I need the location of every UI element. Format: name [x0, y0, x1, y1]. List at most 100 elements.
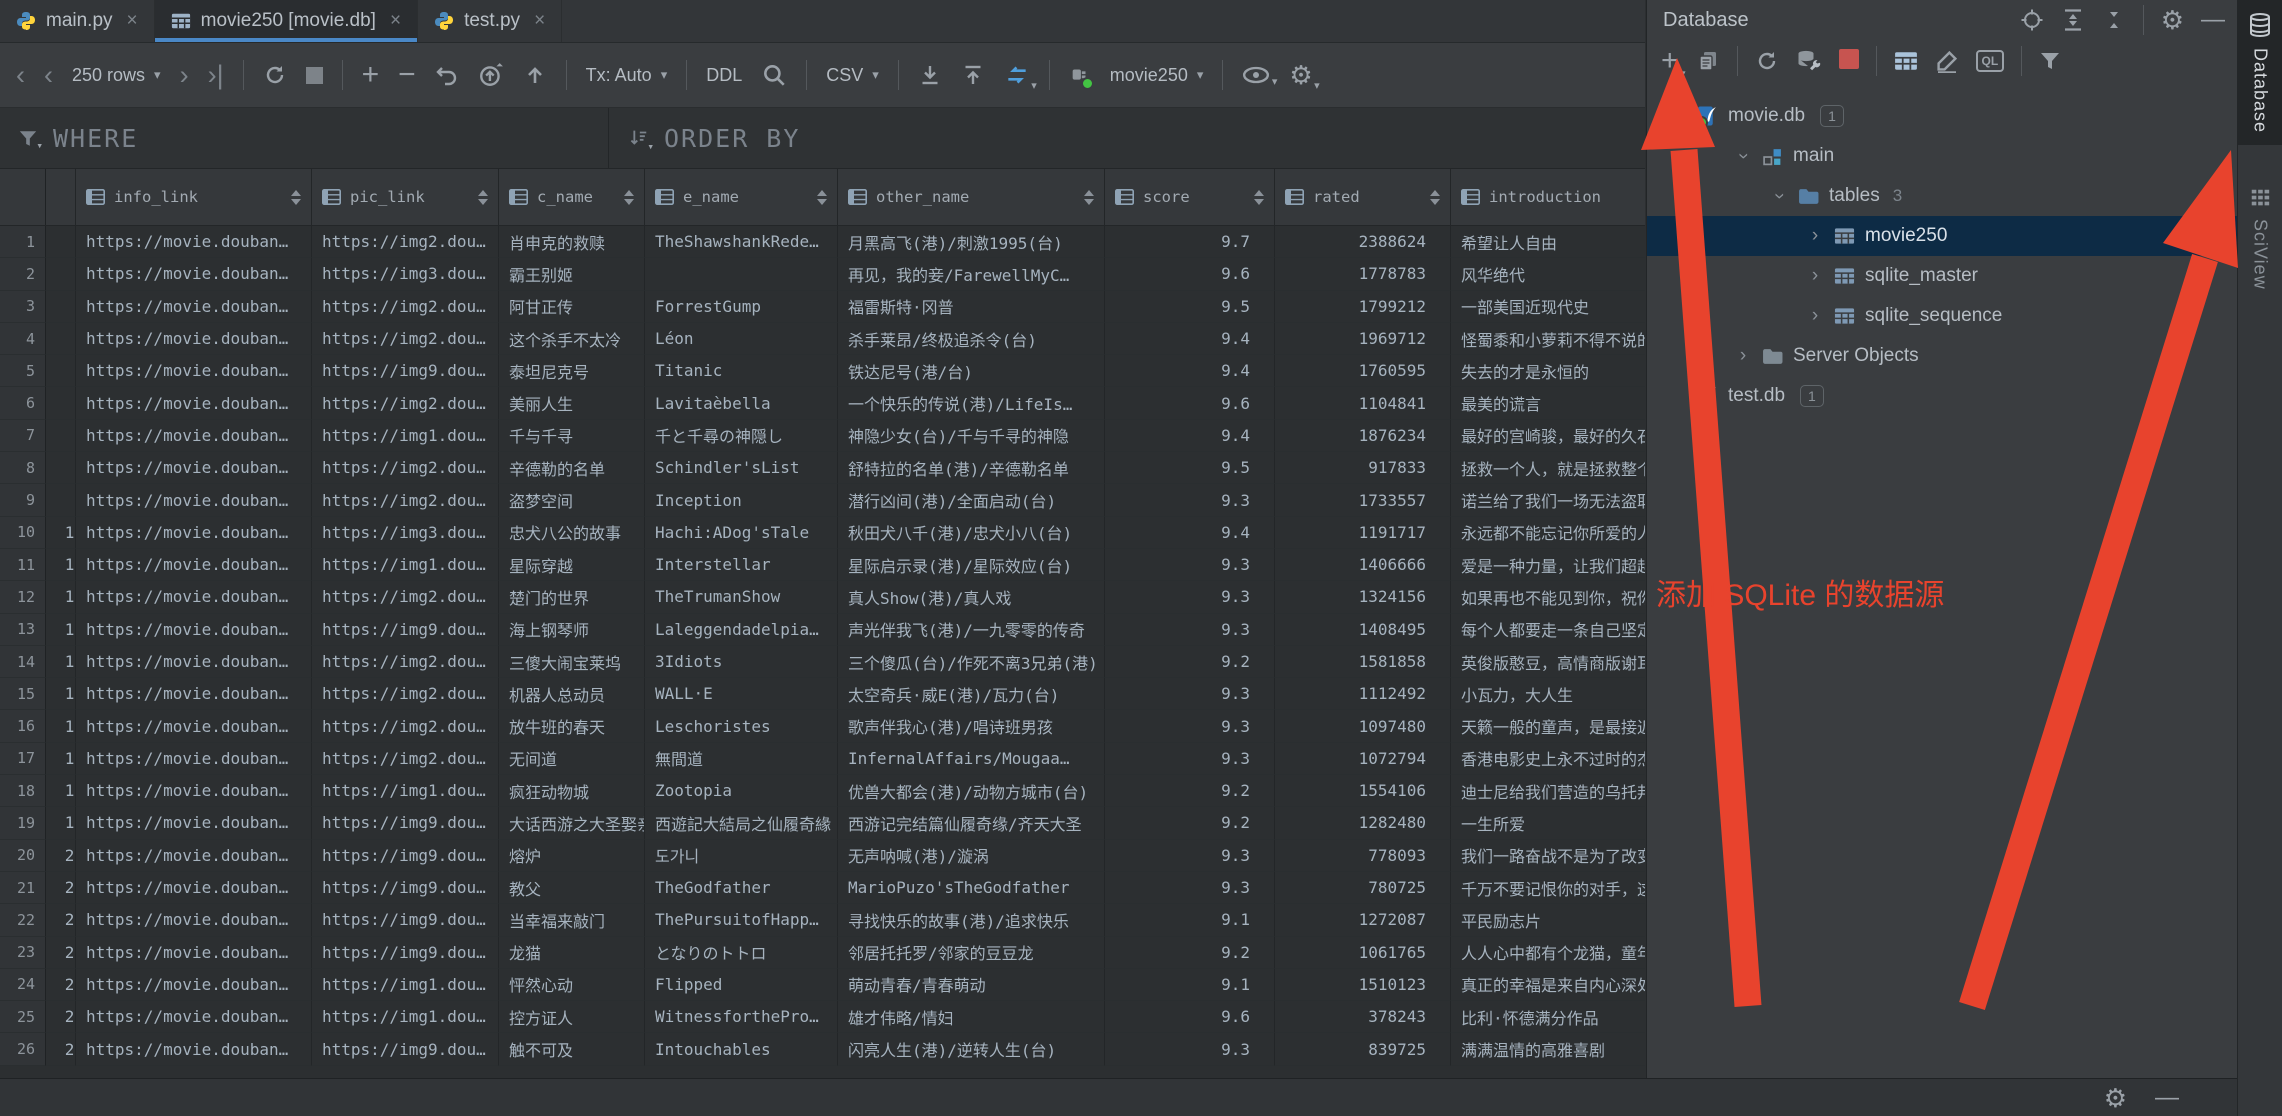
row-number[interactable]: 6 — [0, 387, 46, 419]
cell-info_link[interactable]: https://movie.douban… — [76, 1033, 312, 1065]
cell-rated[interactable]: 378243 — [1275, 1001, 1451, 1033]
cell-pic_link[interactable]: https://img2.dou… — [312, 581, 499, 613]
cell-info_link[interactable]: https://movie.douban… — [76, 226, 312, 258]
gear-icon[interactable]: ⚙▾ — [1289, 62, 1312, 88]
cell-info_link[interactable]: https://movie.douban… — [76, 678, 312, 710]
cell-rated[interactable]: 917833 — [1275, 452, 1451, 484]
cell-rated[interactable]: 1876234 — [1275, 420, 1451, 452]
row-number[interactable]: 8 — [0, 452, 46, 484]
cell-score[interactable]: 9.4 — [1105, 355, 1275, 387]
cell-other_name[interactable]: 邻居托托罗/邻家的豆豆龙 — [838, 937, 1105, 969]
cell-rated[interactable]: 1112492 — [1275, 678, 1451, 710]
cell-other_name[interactable]: 声光伴我飞(港)/一九零零的传奇 — [838, 614, 1105, 646]
row-number[interactable]: 18 — [0, 775, 46, 807]
add-row-icon[interactable]: + — [362, 60, 380, 90]
cell-other_name[interactable]: 月黑高飞(港)/刺激1995(台) — [838, 226, 1105, 258]
tab-test-py[interactable]: test.py × — [418, 0, 562, 42]
cell-other_name[interactable]: 再见，我的妾/FarewellMyC… — [838, 258, 1105, 290]
cell-score[interactable]: 9.6 — [1105, 258, 1275, 290]
row-number[interactable]: 15 — [0, 678, 46, 710]
cell-rated[interactable]: 1408495 — [1275, 614, 1451, 646]
cell-e_name[interactable]: Zootopia — [645, 775, 838, 807]
cell-rated[interactable]: 1097480 — [1275, 710, 1451, 742]
cell-id[interactable]: 20 — [46, 840, 76, 872]
tree-item-main[interactable]: ›main — [1647, 136, 2237, 176]
cell-other_name[interactable]: 杀手莱昂/终极追杀令(台) — [838, 323, 1105, 355]
cell-id[interactable]: 7 — [46, 420, 76, 452]
cell-score[interactable]: 9.5 — [1105, 291, 1275, 323]
cell-info_link[interactable]: https://movie.douban… — [76, 258, 312, 290]
last-page-icon[interactable]: ›| — [208, 62, 224, 89]
cell-score[interactable]: 9.3 — [1105, 678, 1275, 710]
tab-movie250[interactable]: movie250 [movie.db] × — [155, 0, 418, 42]
cell-introduction[interactable]: 真正的幸福是来自内心深处 — [1451, 969, 1645, 1001]
expand-all-icon[interactable] — [2061, 8, 2085, 32]
cell-info_link[interactable]: https://movie.douban… — [76, 549, 312, 581]
cell-rated[interactable]: 2388624 — [1275, 226, 1451, 258]
cell-pic_link[interactable]: https://img1.dou… — [312, 549, 499, 581]
cell-c_name[interactable]: 教父 — [499, 872, 645, 904]
cell-pic_link[interactable]: https://img9.dou… — [312, 807, 499, 839]
cell-rated[interactable]: 1554106 — [1275, 775, 1451, 807]
sort-arrows-icon[interactable] — [1084, 190, 1094, 205]
cell-other_name[interactable]: 闪亮人生(港)/逆转人生(台) — [838, 1033, 1105, 1065]
submit-icon[interactable] — [478, 62, 504, 88]
cell-pic_link[interactable]: https://img9.dou… — [312, 904, 499, 936]
cell-c_name[interactable]: 怦然心动 — [499, 969, 645, 1001]
cell-other_name[interactable]: 西游记完结篇仙履奇缘/齐天大圣 — [838, 807, 1105, 839]
cell-c_name[interactable]: 海上钢琴师 — [499, 614, 645, 646]
cell-score[interactable]: 9.3 — [1105, 614, 1275, 646]
cell-rated[interactable]: 1272087 — [1275, 904, 1451, 936]
cell-introduction[interactable]: 平民励志片 — [1451, 904, 1645, 936]
cell-id[interactable]: 6 — [46, 387, 76, 419]
order-by-field[interactable]: ▾ ORDER BY — [609, 108, 1645, 168]
cell-introduction[interactable]: 爱是一种力量，让我们超越时空 — [1451, 549, 1645, 581]
cell-pic_link[interactable]: https://img9.dou… — [312, 614, 499, 646]
cell-introduction[interactable]: 失去的才是永恒的 — [1451, 355, 1645, 387]
commit-up-icon[interactable] — [523, 63, 547, 87]
cell-id[interactable]: 21 — [46, 872, 76, 904]
first-page-icon[interactable]: ‹ — [16, 62, 25, 89]
transaction-mode-dropdown[interactable]: Tx: Auto▾ — [586, 65, 668, 86]
cell-rated[interactable]: 1799212 — [1275, 291, 1451, 323]
cell-pic_link[interactable]: https://img9.dou… — [312, 937, 499, 969]
undo-icon[interactable] — [435, 63, 459, 87]
cell-pic_link[interactable]: https://img2.dou… — [312, 226, 499, 258]
row-number[interactable]: 24 — [0, 969, 46, 1001]
cell-score[interactable]: 9.6 — [1105, 387, 1275, 419]
query-console-icon[interactable]: QL — [1976, 50, 2005, 72]
cell-score[interactable]: 9.2 — [1105, 646, 1275, 678]
cell-c_name[interactable]: 无间道 — [499, 743, 645, 775]
cell-info_link[interactable]: https://movie.douban… — [76, 581, 312, 613]
cell-rated[interactable]: 1969712 — [1275, 323, 1451, 355]
row-number[interactable]: 2 — [0, 258, 46, 290]
cell-introduction[interactable]: 风华绝代 — [1451, 258, 1645, 290]
cell-e_name[interactable]: 도가니 — [645, 840, 838, 872]
cell-c_name[interactable]: 熔炉 — [499, 840, 645, 872]
cell-rated[interactable]: 1072794 — [1275, 743, 1451, 775]
column-header-other_name[interactable]: other_name — [838, 169, 1105, 225]
cell-rated[interactable]: 1778783 — [1275, 258, 1451, 290]
column-header-introduction[interactable]: introduction — [1451, 169, 1645, 225]
cell-info_link[interactable]: https://movie.douban… — [76, 969, 312, 1001]
cell-c_name[interactable]: 当幸福来敲门 — [499, 904, 645, 936]
cell-id[interactable]: 10 — [46, 517, 76, 549]
cell-other_name[interactable]: 舒特拉的名单(港)/辛德勒名单 — [838, 452, 1105, 484]
cell-score[interactable]: 9.7 — [1105, 226, 1275, 258]
cell-pic_link[interactable]: https://img2.dou… — [312, 646, 499, 678]
search-icon[interactable] — [761, 62, 787, 88]
cell-other_name[interactable]: InfernalAffairs/Mougaa… — [838, 743, 1105, 775]
cell-e_name[interactable]: 千と千尋の神隠し — [645, 420, 838, 452]
hide-icon[interactable]: — — [2155, 1086, 2179, 1110]
cell-introduction[interactable]: 希望让人自由 — [1451, 226, 1645, 258]
ddl-button[interactable]: DDL — [706, 65, 742, 86]
cell-rated[interactable]: 1581858 — [1275, 646, 1451, 678]
cell-c_name[interactable]: 这个杀手不太冷 — [499, 323, 645, 355]
cell-introduction[interactable]: 千万不要记恨你的对手，这样会 — [1451, 872, 1645, 904]
row-number[interactable]: 25 — [0, 1001, 46, 1033]
column-header-info_link[interactable]: info_link — [76, 169, 312, 225]
cell-c_name[interactable]: 霸王别姬 — [499, 258, 645, 290]
chevron-right-icon[interactable]: › — [1733, 345, 1753, 367]
tree-item-movie250[interactable]: ›movie250 — [1647, 216, 2237, 256]
cell-introduction[interactable]: 我们一路奋战不是为了改变世界 — [1451, 840, 1645, 872]
